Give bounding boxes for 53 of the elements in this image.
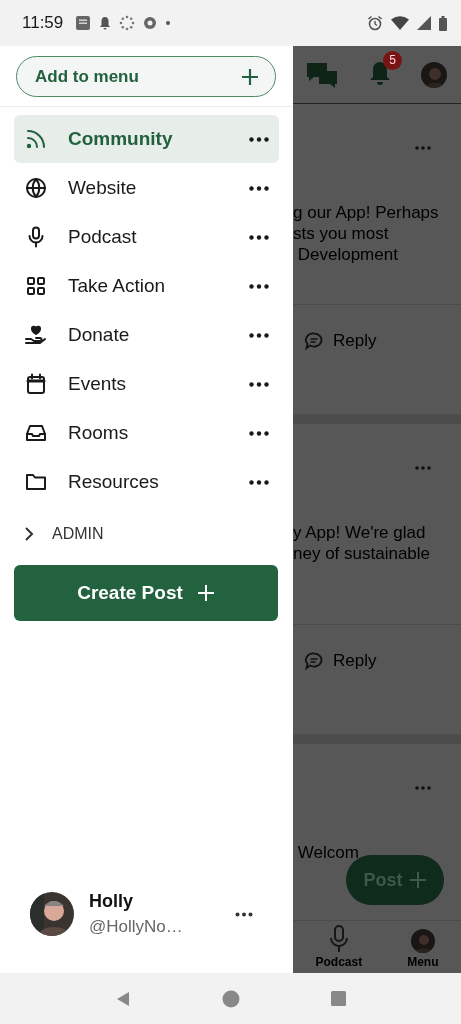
menu-item[interactable]: Rooms	[14, 409, 279, 457]
notification-badge: 5	[383, 50, 402, 70]
more-icon[interactable]	[249, 430, 269, 436]
message-icon	[75, 15, 92, 31]
microphone-icon	[327, 925, 350, 953]
chevron-icon	[24, 526, 34, 542]
wifi-icon	[391, 16, 409, 30]
clock: 11:59	[22, 13, 64, 33]
post-text: sts you most	[293, 223, 389, 244]
admin-section-toggle[interactable]: ADMIN	[24, 516, 104, 552]
signal-icon	[417, 16, 431, 30]
post-text: Development	[296, 244, 398, 265]
more-icon[interactable]	[249, 185, 269, 191]
menu-item[interactable]: Donate	[14, 311, 279, 359]
menu-item[interactable]: Events	[14, 360, 279, 408]
post-text: ney of sustainable	[293, 543, 431, 564]
menu-item[interactable]: Community	[14, 115, 279, 163]
more-icon[interactable]	[249, 234, 269, 240]
create-post-button[interactable]: Create Post	[14, 565, 278, 621]
user-name: Holly	[89, 891, 133, 912]
plus-icon	[196, 584, 215, 602]
menu-item[interactable]: Resources	[14, 458, 279, 506]
plus-icon	[408, 871, 427, 889]
loading-icon	[119, 15, 136, 31]
post-text: y App! We're glad	[293, 522, 426, 543]
alarm-icon	[367, 15, 383, 31]
menu-item[interactable]: Podcast	[14, 213, 279, 261]
grid-icon	[24, 274, 48, 298]
menu-item[interactable]: Website	[14, 164, 279, 212]
menu-item[interactable]: Take Action	[14, 262, 279, 310]
more-icon[interactable]	[249, 283, 269, 289]
calendar-icon	[24, 372, 48, 396]
add-to-menu-button[interactable]: Add to menu	[16, 56, 276, 97]
recents-icon[interactable]	[330, 991, 346, 1006]
back-icon[interactable]	[115, 990, 132, 1007]
more-icon[interactable]	[249, 381, 269, 387]
globe-icon	[24, 176, 48, 200]
more-icon[interactable]	[235, 911, 253, 917]
more-icon[interactable]	[249, 332, 269, 338]
comment-icon	[304, 651, 324, 671]
more-icon[interactable]	[249, 479, 269, 485]
dot-icon	[165, 20, 172, 26]
bell-icon	[99, 16, 112, 30]
browser-icon	[143, 16, 158, 30]
comment-icon	[304, 331, 324, 351]
hand-heart-icon	[24, 323, 48, 347]
post-text: g our App! Perhaps	[293, 202, 439, 223]
plus-icon	[241, 67, 259, 86]
user-handle: @HollyNo…	[89, 917, 183, 937]
battery-icon	[439, 15, 447, 31]
rss-icon	[24, 127, 48, 151]
home-icon[interactable]	[222, 989, 240, 1008]
more-icon[interactable]	[249, 136, 269, 142]
